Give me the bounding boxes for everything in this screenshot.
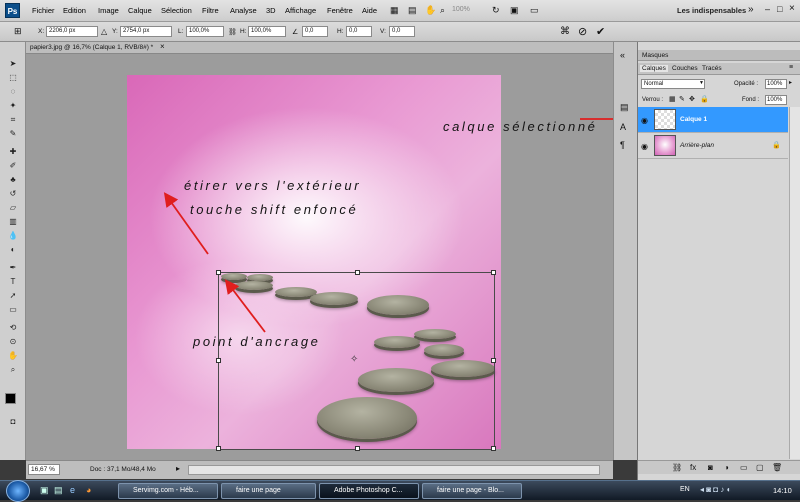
status-menu-arrow-icon[interactable]: ▸ [176, 464, 180, 473]
adjustment-layer-icon[interactable]: ◑ [724, 463, 729, 472]
tab-traces[interactable]: Tracés [700, 65, 724, 72]
arrow-stretch [163, 192, 209, 255]
zoom-field[interactable]: 16,67 % [28, 464, 60, 475]
horizontal-scrollbar[interactable] [188, 465, 600, 475]
panel-menu-icon[interactable]: ≡ [789, 64, 793, 71]
lock-label: Verrou : [642, 97, 664, 103]
dock-character-icon[interactable]: A [620, 122, 626, 132]
layers-scrollbar[interactable] [789, 107, 800, 459]
collapsed-panel-dock: « ▤ A ¶ [613, 42, 637, 460]
quicklaunch-firefox-icon[interactable]: ◕ [86, 485, 91, 495]
clock[interactable]: 14:10 [773, 486, 792, 495]
blend-mode-select[interactable]: Normal [641, 79, 705, 89]
masks-panel-header[interactable]: Masques [638, 50, 800, 61]
visibility-eye-icon[interactable]: ◉ [641, 142, 648, 151]
layer-lock-icon: 🔒 [772, 142, 781, 149]
layer-row-arriere-plan[interactable]: ◉ Arrière-plan 🔒 [638, 133, 788, 159]
layer-thumbnail [654, 135, 676, 156]
tab-couches[interactable]: Couches [670, 65, 700, 72]
tray-icons[interactable]: ◂ ◙ ◘ ♪ ◐ [700, 485, 731, 494]
lock-all-icon[interactable]: 🔒 [700, 95, 709, 103]
add-mask-icon[interactable]: ◙ [708, 463, 713, 472]
chevron-down-icon[interactable]: ▼ [699, 80, 704, 86]
layers-panel: Masques Calques Couches Tracés ≡ Normal … [637, 42, 800, 480]
fill-field[interactable]: 100% [765, 95, 787, 105]
new-layer-icon[interactable]: ▢ [756, 463, 764, 472]
windows-taskbar: ▣ ▤ e ◕ Servimg.com - Héb... faire une p… [0, 480, 800, 502]
layer-row-calque-1[interactable]: ◉ Calque 1 [638, 107, 788, 133]
tab-calques[interactable]: Calques [640, 65, 668, 72]
fill-label: Fond : [742, 97, 760, 103]
opacity-field[interactable]: 100% [765, 79, 787, 89]
lock-pixels-icon[interactable]: ✎ [679, 95, 685, 103]
dock-paragraph-icon[interactable]: ¶ [620, 140, 625, 150]
dock-history-icon[interactable]: ▤ [620, 102, 629, 113]
lock-position-icon[interactable]: ✥ [689, 95, 695, 103]
layers-footer: ⛓ fx ◙ ◑ ▭ ▢ 🗑 [638, 460, 800, 474]
language-indicator[interactable]: EN [680, 486, 690, 493]
doc-size-info: Doc : 37,1 Mo/48,4 Mo [90, 466, 156, 473]
opacity-slider-icon[interactable]: ▸ [789, 79, 792, 86]
status-bar: 16,67 % Doc : 37,1 Mo/48,4 Mo ▸ [26, 460, 613, 479]
delete-layer-icon[interactable]: 🗑 [772, 463, 782, 472]
taskbar-item-faire-une-page[interactable]: faire une page [221, 483, 316, 499]
arrow-anchor [224, 279, 266, 333]
taskbar-item-photoshop[interactable]: Adobe Photoshop C... [319, 483, 419, 499]
lock-transparency-icon[interactable]: ▦ [669, 95, 676, 103]
dock-expand-icon[interactable]: « [620, 50, 625, 60]
layer-name[interactable]: Arrière-plan [680, 142, 714, 149]
start-button[interactable] [6, 480, 30, 502]
layer-name[interactable]: Calque 1 [680, 116, 707, 123]
new-group-icon[interactable]: ▭ [740, 463, 748, 472]
taskbar-item-blog[interactable]: faire une page - Blo... [422, 483, 522, 499]
quicklaunch-desktop-icon[interactable]: ▣ [40, 485, 49, 496]
layers-panel-tabs: Calques Couches Tracés ≡ [638, 63, 800, 75]
layer-style-icon[interactable]: fx [690, 463, 696, 472]
opacity-label: Opacité : [734, 81, 759, 87]
link-layers-icon[interactable]: ⛓ [672, 463, 682, 472]
taskbar-item-servimg[interactable]: Servimg.com - Héb... [118, 483, 218, 499]
visibility-eye-icon[interactable]: ◉ [641, 116, 648, 125]
masks-tab[interactable]: Masques [642, 52, 668, 59]
quicklaunch-ie-icon[interactable]: e [70, 485, 75, 495]
quicklaunch-switch-icon[interactable]: ▤ [54, 485, 63, 496]
layer-thumbnail [654, 109, 676, 130]
